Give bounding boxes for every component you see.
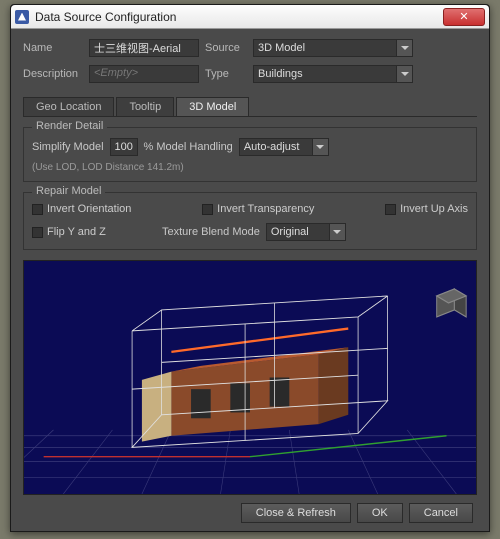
simplify-suffix: % Model Handling (144, 141, 233, 153)
row-desc-type: Description <Empty> Type Buildings (23, 65, 477, 83)
tab-strip: Geo Location Tooltip 3D Model (23, 97, 477, 117)
app-icon (15, 10, 29, 24)
invert-orientation-checkbox[interactable]: Invert Orientation (32, 203, 131, 215)
close-refresh-button[interactable]: Close & Refresh (241, 503, 351, 523)
checkbox-icon (32, 204, 43, 215)
flip-yz-checkbox[interactable]: Flip Y and Z (32, 226, 142, 238)
chevron-down-icon (312, 139, 328, 155)
window-title: Data Source Configuration (35, 10, 443, 24)
tab-3d-model[interactable]: 3D Model (176, 97, 249, 116)
titlebar: Data Source Configuration ✕ (11, 5, 489, 29)
source-select[interactable]: 3D Model (253, 39, 413, 57)
cancel-button[interactable]: Cancel (409, 503, 473, 523)
name-input[interactable] (89, 39, 199, 57)
dialog-footer: Close & Refresh OK Cancel (23, 495, 477, 525)
row-name-source: Name Source 3D Model (23, 39, 477, 57)
type-label: Type (205, 68, 247, 80)
dialog-content: Name Source 3D Model Description <Empty>… (11, 29, 489, 531)
render-detail-legend: Render Detail (32, 120, 107, 132)
source-select-value: 3D Model (258, 42, 305, 54)
model-handling-value: Auto-adjust (244, 141, 300, 153)
simplify-label: Simplify Model (32, 141, 104, 153)
tab-tooltip[interactable]: Tooltip (116, 97, 174, 116)
description-label: Description (23, 68, 83, 80)
checkbox-icon (32, 227, 43, 238)
repair-model-legend: Repair Model (32, 185, 105, 197)
tab-geo-location[interactable]: Geo Location (23, 97, 114, 116)
type-select-value: Buildings (258, 68, 303, 80)
texture-blend-select[interactable]: Original (266, 223, 346, 241)
type-select[interactable]: Buildings (253, 65, 413, 83)
texture-blend-label: Texture Blend Mode (162, 226, 260, 238)
name-label: Name (23, 42, 83, 54)
source-label: Source (205, 42, 247, 54)
chevron-down-icon (396, 40, 412, 56)
invert-transparency-checkbox[interactable]: Invert Transparency (202, 203, 314, 215)
checkbox-icon (202, 204, 213, 215)
group-repair-model: Repair Model Invert Orientation Invert T… (23, 192, 477, 250)
invert-orientation-label: Invert Orientation (47, 203, 131, 215)
lod-hint: (Use LOD, LOD Distance 141.2m) (32, 162, 184, 173)
close-icon[interactable]: ✕ (443, 8, 485, 26)
3d-viewport[interactable] (23, 260, 477, 495)
dialog-window: Data Source Configuration ✕ Name Source … (10, 4, 490, 532)
description-input[interactable]: <Empty> (89, 65, 199, 83)
simplify-input[interactable] (110, 138, 138, 156)
group-render-detail: Render Detail Simplify Model % Model Han… (23, 127, 477, 182)
ok-button[interactable]: OK (357, 503, 403, 523)
invert-up-axis-checkbox[interactable]: Invert Up Axis (385, 203, 468, 215)
chevron-down-icon (396, 66, 412, 82)
chevron-down-icon (329, 224, 345, 240)
checkbox-icon (385, 204, 396, 215)
flip-yz-label: Flip Y and Z (47, 226, 106, 238)
invert-up-axis-label: Invert Up Axis (400, 203, 468, 215)
model-handling-select[interactable]: Auto-adjust (239, 138, 329, 156)
texture-blend-value: Original (271, 226, 309, 238)
invert-transparency-label: Invert Transparency (217, 203, 314, 215)
